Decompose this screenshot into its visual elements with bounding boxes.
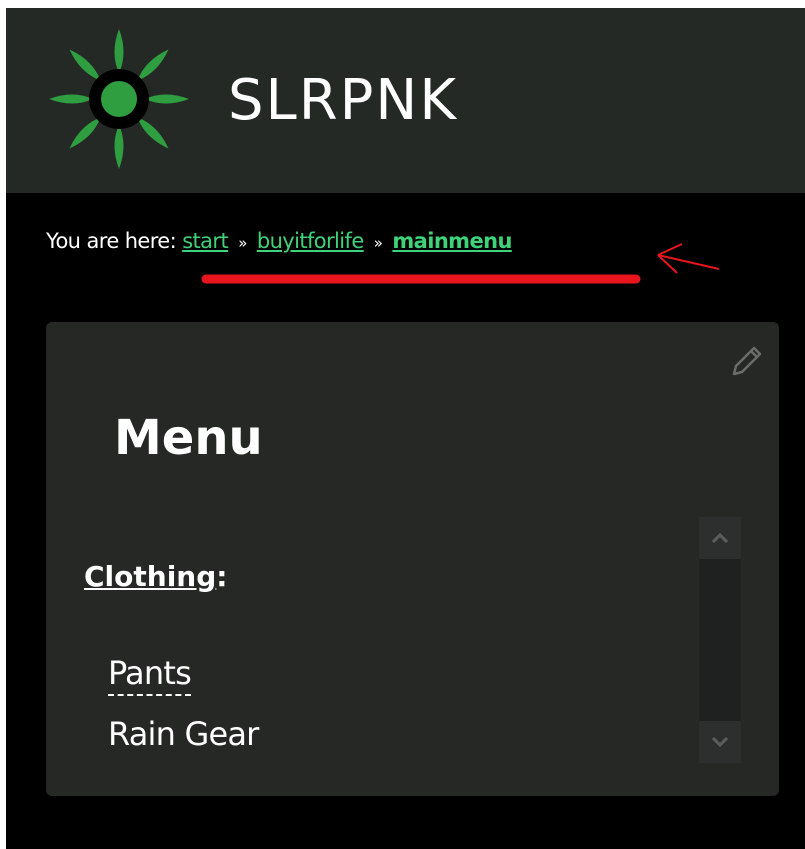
scroll-down-button[interactable] [699, 721, 741, 763]
red-arrow-icon [657, 243, 720, 274]
menu-item-pants[interactable]: Pants [108, 654, 192, 696]
menu-panel: Menu Clothing: Pants Rain Gear [46, 322, 779, 796]
chevron-up-icon [711, 532, 729, 544]
site-title[interactable]: SLRPNK [228, 66, 458, 136]
breadcrumb-prefix: You are here: [46, 229, 177, 253]
section-heading-clothing: Clothing: [84, 560, 227, 593]
scroll-up-button[interactable] [699, 517, 741, 559]
breadcrumb-link-start[interactable]: start [182, 229, 229, 253]
menu-heading: Menu [114, 410, 263, 466]
breadcrumb-separator: » [238, 234, 247, 252]
section-heading-colon: : [216, 560, 228, 593]
sun-logo-icon[interactable] [44, 24, 194, 174]
chevron-down-icon [711, 736, 729, 748]
menu-item-rain-gear[interactable]: Rain Gear [108, 715, 259, 753]
breadcrumb-separator: » [373, 234, 383, 252]
vertical-scrollbar[interactable] [699, 517, 741, 763]
breadcrumb-link-buyitforlife[interactable]: buyitforlife [257, 229, 364, 253]
page-frame: SLRPNK You are here: start » buyitforlif… [6, 8, 805, 849]
pencil-icon[interactable] [726, 340, 766, 380]
section-heading-link[interactable]: Clothing [84, 560, 216, 593]
breadcrumb-link-mainmenu[interactable]: mainmenu [392, 229, 512, 253]
breadcrumb: You are here: start » buyitforlife » mai… [46, 229, 512, 253]
site-header: SLRPNK [6, 8, 805, 193]
